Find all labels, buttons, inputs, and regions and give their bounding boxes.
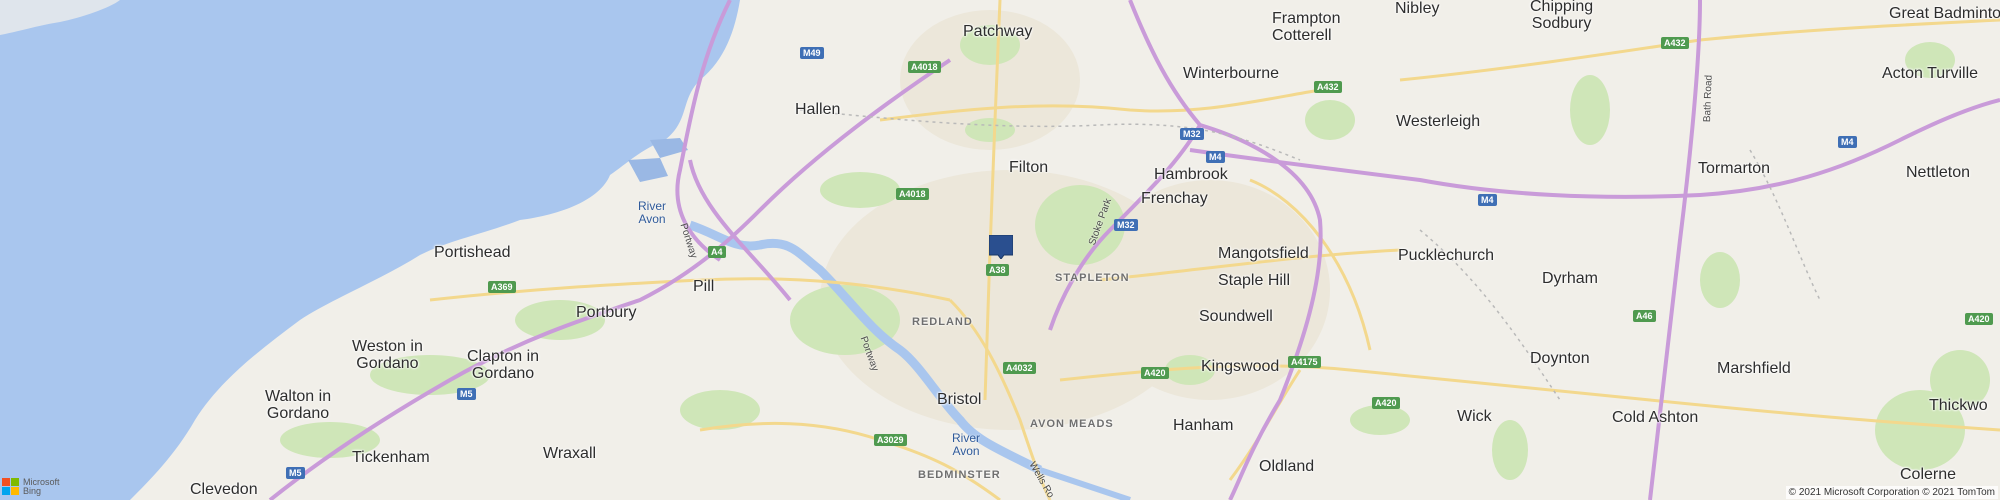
road-shield-m5-south: M5 [286, 467, 305, 479]
place-label-doynton: Doynton [1530, 350, 1590, 367]
road-shield-m4-east: M4 [1838, 136, 1857, 148]
road-shield-m49: M49 [800, 47, 824, 59]
place-label-wraxall: Wraxall [543, 445, 597, 462]
road-shield-a3029: A3029 [874, 434, 907, 446]
place-label-hallen: Hallen [795, 101, 841, 118]
water-label-river-avon-north: River Avon [638, 199, 667, 226]
district-label-stapleton: STAPLETON [1055, 272, 1130, 284]
place-label-colerne: Colerne [1900, 466, 1957, 483]
place-label-tickenham: Tickenham [352, 449, 430, 466]
road-shield-a46: A46 [1633, 310, 1656, 322]
map-canvas[interactable]: Patchway Frampton Cotterell Nibley Chipp… [0, 0, 2000, 500]
place-label-portbury: Portbury [576, 304, 637, 321]
place-label-nettleton: Nettleton [1906, 164, 1971, 181]
place-label-walton-in-gordano: Walton in Gordano [265, 388, 332, 422]
road-shield-a4032: A4032 [1003, 362, 1036, 374]
place-label-acton-turville: Acton Turville [1882, 65, 1979, 82]
place-label-hambrook: Hambrook [1154, 166, 1228, 183]
place-label-portishead: Portishead [434, 244, 511, 261]
road-shield-a4175: A4175 [1288, 356, 1321, 368]
road-shield-a38: A38 [986, 264, 1009, 276]
place-label-staple-hill: Staple Hill [1218, 272, 1291, 289]
road-shield-a420-west: A420 [1141, 367, 1169, 379]
road-shield-a4: A4 [708, 246, 726, 258]
road-shield-m32-north: M32 [1180, 128, 1204, 140]
road-shield-a420-middle: A420 [1372, 397, 1400, 409]
place-label-weston-in-gordano: Weston in Gordano [352, 338, 423, 372]
place-label-frampton-cotterell: Frampton Cotterell [1272, 10, 1341, 44]
place-label-winterbourne: Winterbourne [1183, 65, 1280, 82]
bing-logo-text: Microsoft Bing [23, 478, 60, 496]
place-label-pucklechurch: Pucklechurch [1398, 247, 1495, 264]
road-shield-a432-east: A432 [1661, 37, 1689, 49]
road-shield-m4-middle: M4 [1478, 194, 1497, 206]
place-label-wick: Wick [1457, 408, 1492, 425]
water-label-river-avon-south: River Avon [952, 431, 981, 458]
microsoft-logo-icon [2, 478, 19, 495]
place-label-nibley: Nibley [1395, 0, 1440, 17]
road-shield-a4018-north: A4018 [908, 61, 941, 73]
place-label-bristol: Bristol [937, 391, 982, 408]
location-pin-icon[interactable] [988, 234, 1014, 260]
place-label-pill: Pill [693, 278, 715, 295]
bing-logo[interactable]: Microsoft Bing [2, 478, 60, 496]
place-label-soundwell: Soundwell [1199, 308, 1273, 325]
map-attribution[interactable]: © 2021 Microsoft Corporation © 2021 TomT… [1785, 486, 1998, 499]
place-label-thickwood: Thickwo [1929, 397, 1988, 414]
place-label-clevedon: Clevedon [190, 481, 258, 498]
road-name-bath-road: Bath Road [1702, 74, 1715, 123]
place-label-hanham: Hanham [1173, 417, 1234, 434]
road-shield-m32-south: M32 [1114, 219, 1138, 231]
place-label-chipping-sodbury: Chipping Sodbury [1530, 0, 1594, 32]
road-shield-a420-east: A420 [1965, 313, 1993, 325]
district-label-bedminster: BEDMINSTER [918, 469, 1001, 481]
district-label-redland: REDLAND [912, 316, 973, 328]
place-label-frenchay: Frenchay [1141, 190, 1208, 207]
place-label-filton: Filton [1009, 159, 1049, 176]
logo-line-bing: Bing [23, 486, 42, 496]
place-label-clapton-in-gordano: Clapton in Gordano [467, 348, 540, 382]
road-shield-m5-north: M5 [457, 388, 476, 400]
place-label-oldland: Oldland [1259, 458, 1315, 475]
place-label-tormarton: Tormarton [1698, 160, 1771, 177]
district-label-avon-meads: AVON MEADS [1030, 418, 1114, 430]
place-label-dyrham: Dyrham [1542, 270, 1599, 287]
place-label-marshfield: Marshfield [1717, 360, 1791, 377]
place-label-westerleigh: Westerleigh [1396, 113, 1481, 130]
place-label-mangotsfield: Mangotsfield [1218, 245, 1309, 262]
place-label-great-badminton: Great Badminton [1889, 5, 2000, 22]
place-label-patchway: Patchway [963, 23, 1033, 40]
road-shield-m4-west: M4 [1206, 151, 1225, 163]
road-shield-a369: A369 [488, 281, 516, 293]
place-label-cold-ashton: Cold Ashton [1612, 409, 1699, 426]
place-label-kingswood: Kingswood [1201, 358, 1280, 375]
road-shield-a4018-south: A4018 [896, 188, 929, 200]
road-shield-a432-west: A432 [1314, 81, 1342, 93]
